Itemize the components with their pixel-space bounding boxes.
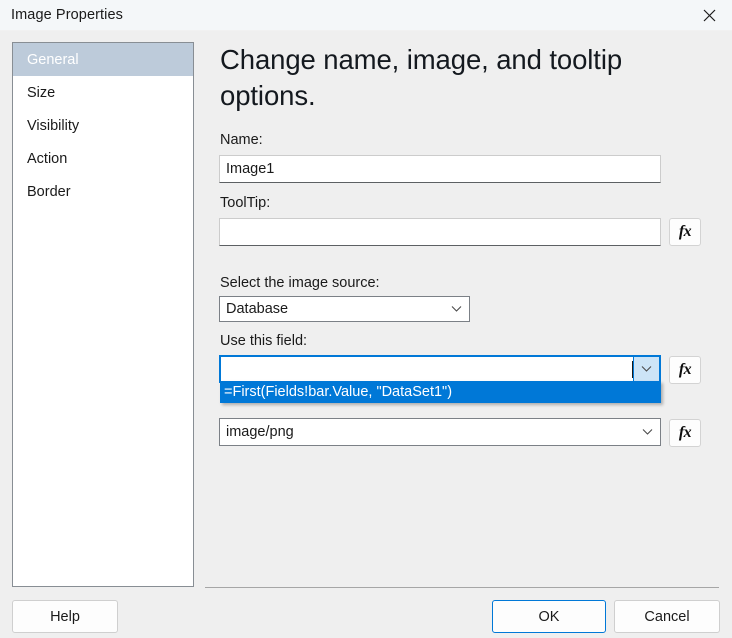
sidebar-item-general[interactable]: General	[13, 43, 193, 76]
mime-type-value: image/png	[226, 424, 634, 440]
mime-type-expression-button[interactable]: fx	[669, 419, 701, 447]
image-source-label: Select the image source:	[220, 275, 380, 291]
window-title: Image Properties	[11, 7, 123, 23]
sidebar-item-action[interactable]: Action	[13, 142, 193, 175]
chevron-down-icon[interactable]	[633, 357, 659, 381]
dropdown-item-label: =First(Fields!bar.Value, "DataSet1")	[224, 384, 452, 400]
name-label: Name:	[220, 132, 263, 148]
page-heading: Change name, image, and tooltip options.	[220, 42, 690, 114]
chevron-down-icon[interactable]	[443, 297, 469, 321]
sidebar-item-label: Border	[27, 184, 71, 200]
mime-type-select[interactable]: image/png	[219, 418, 661, 446]
sidebar-item-visibility[interactable]: Visibility	[13, 109, 193, 142]
use-field-combobox[interactable]	[219, 355, 661, 383]
use-field-expression-button[interactable]: fx	[669, 356, 701, 384]
title-bar: Image Properties	[0, 0, 732, 31]
ok-button[interactable]: OK	[492, 600, 606, 633]
tooltip-label: ToolTip:	[220, 195, 270, 211]
tooltip-input[interactable]	[219, 218, 661, 246]
help-button-label: Help	[50, 609, 80, 625]
sidebar-item-label: General	[27, 52, 79, 68]
cancel-button-label: Cancel	[644, 609, 689, 625]
sidebar-item-label: Visibility	[27, 118, 79, 134]
use-field-label: Use this field:	[220, 333, 307, 349]
sidebar-item-label: Size	[27, 85, 55, 101]
sidebar-item-size[interactable]: Size	[13, 76, 193, 109]
dropdown-list-item[interactable]: =First(Fields!bar.Value, "DataSet1")	[220, 381, 661, 403]
sidebar-item-label: Action	[27, 151, 67, 167]
help-button[interactable]: Help	[12, 600, 118, 633]
fx-icon: fx	[679, 425, 691, 441]
chevron-down-icon[interactable]	[634, 419, 660, 445]
close-icon	[703, 9, 716, 22]
image-source-select[interactable]: Database	[219, 296, 470, 322]
fx-icon: fx	[679, 224, 691, 240]
cancel-button[interactable]: Cancel	[614, 600, 720, 633]
fx-icon: fx	[679, 362, 691, 378]
image-source-value: Database	[226, 301, 443, 317]
category-list[interactable]: General Size Visibility Action Border	[12, 42, 194, 587]
sidebar-item-border[interactable]: Border	[13, 175, 193, 208]
footer-separator	[205, 587, 719, 588]
ok-button-label: OK	[539, 609, 560, 625]
tooltip-expression-button[interactable]: fx	[669, 218, 701, 246]
name-input[interactable]: Image1	[219, 155, 661, 183]
close-button[interactable]	[686, 0, 732, 31]
use-field-dropdown-list[interactable]: =First(Fields!bar.Value, "DataSet1")	[220, 381, 661, 403]
